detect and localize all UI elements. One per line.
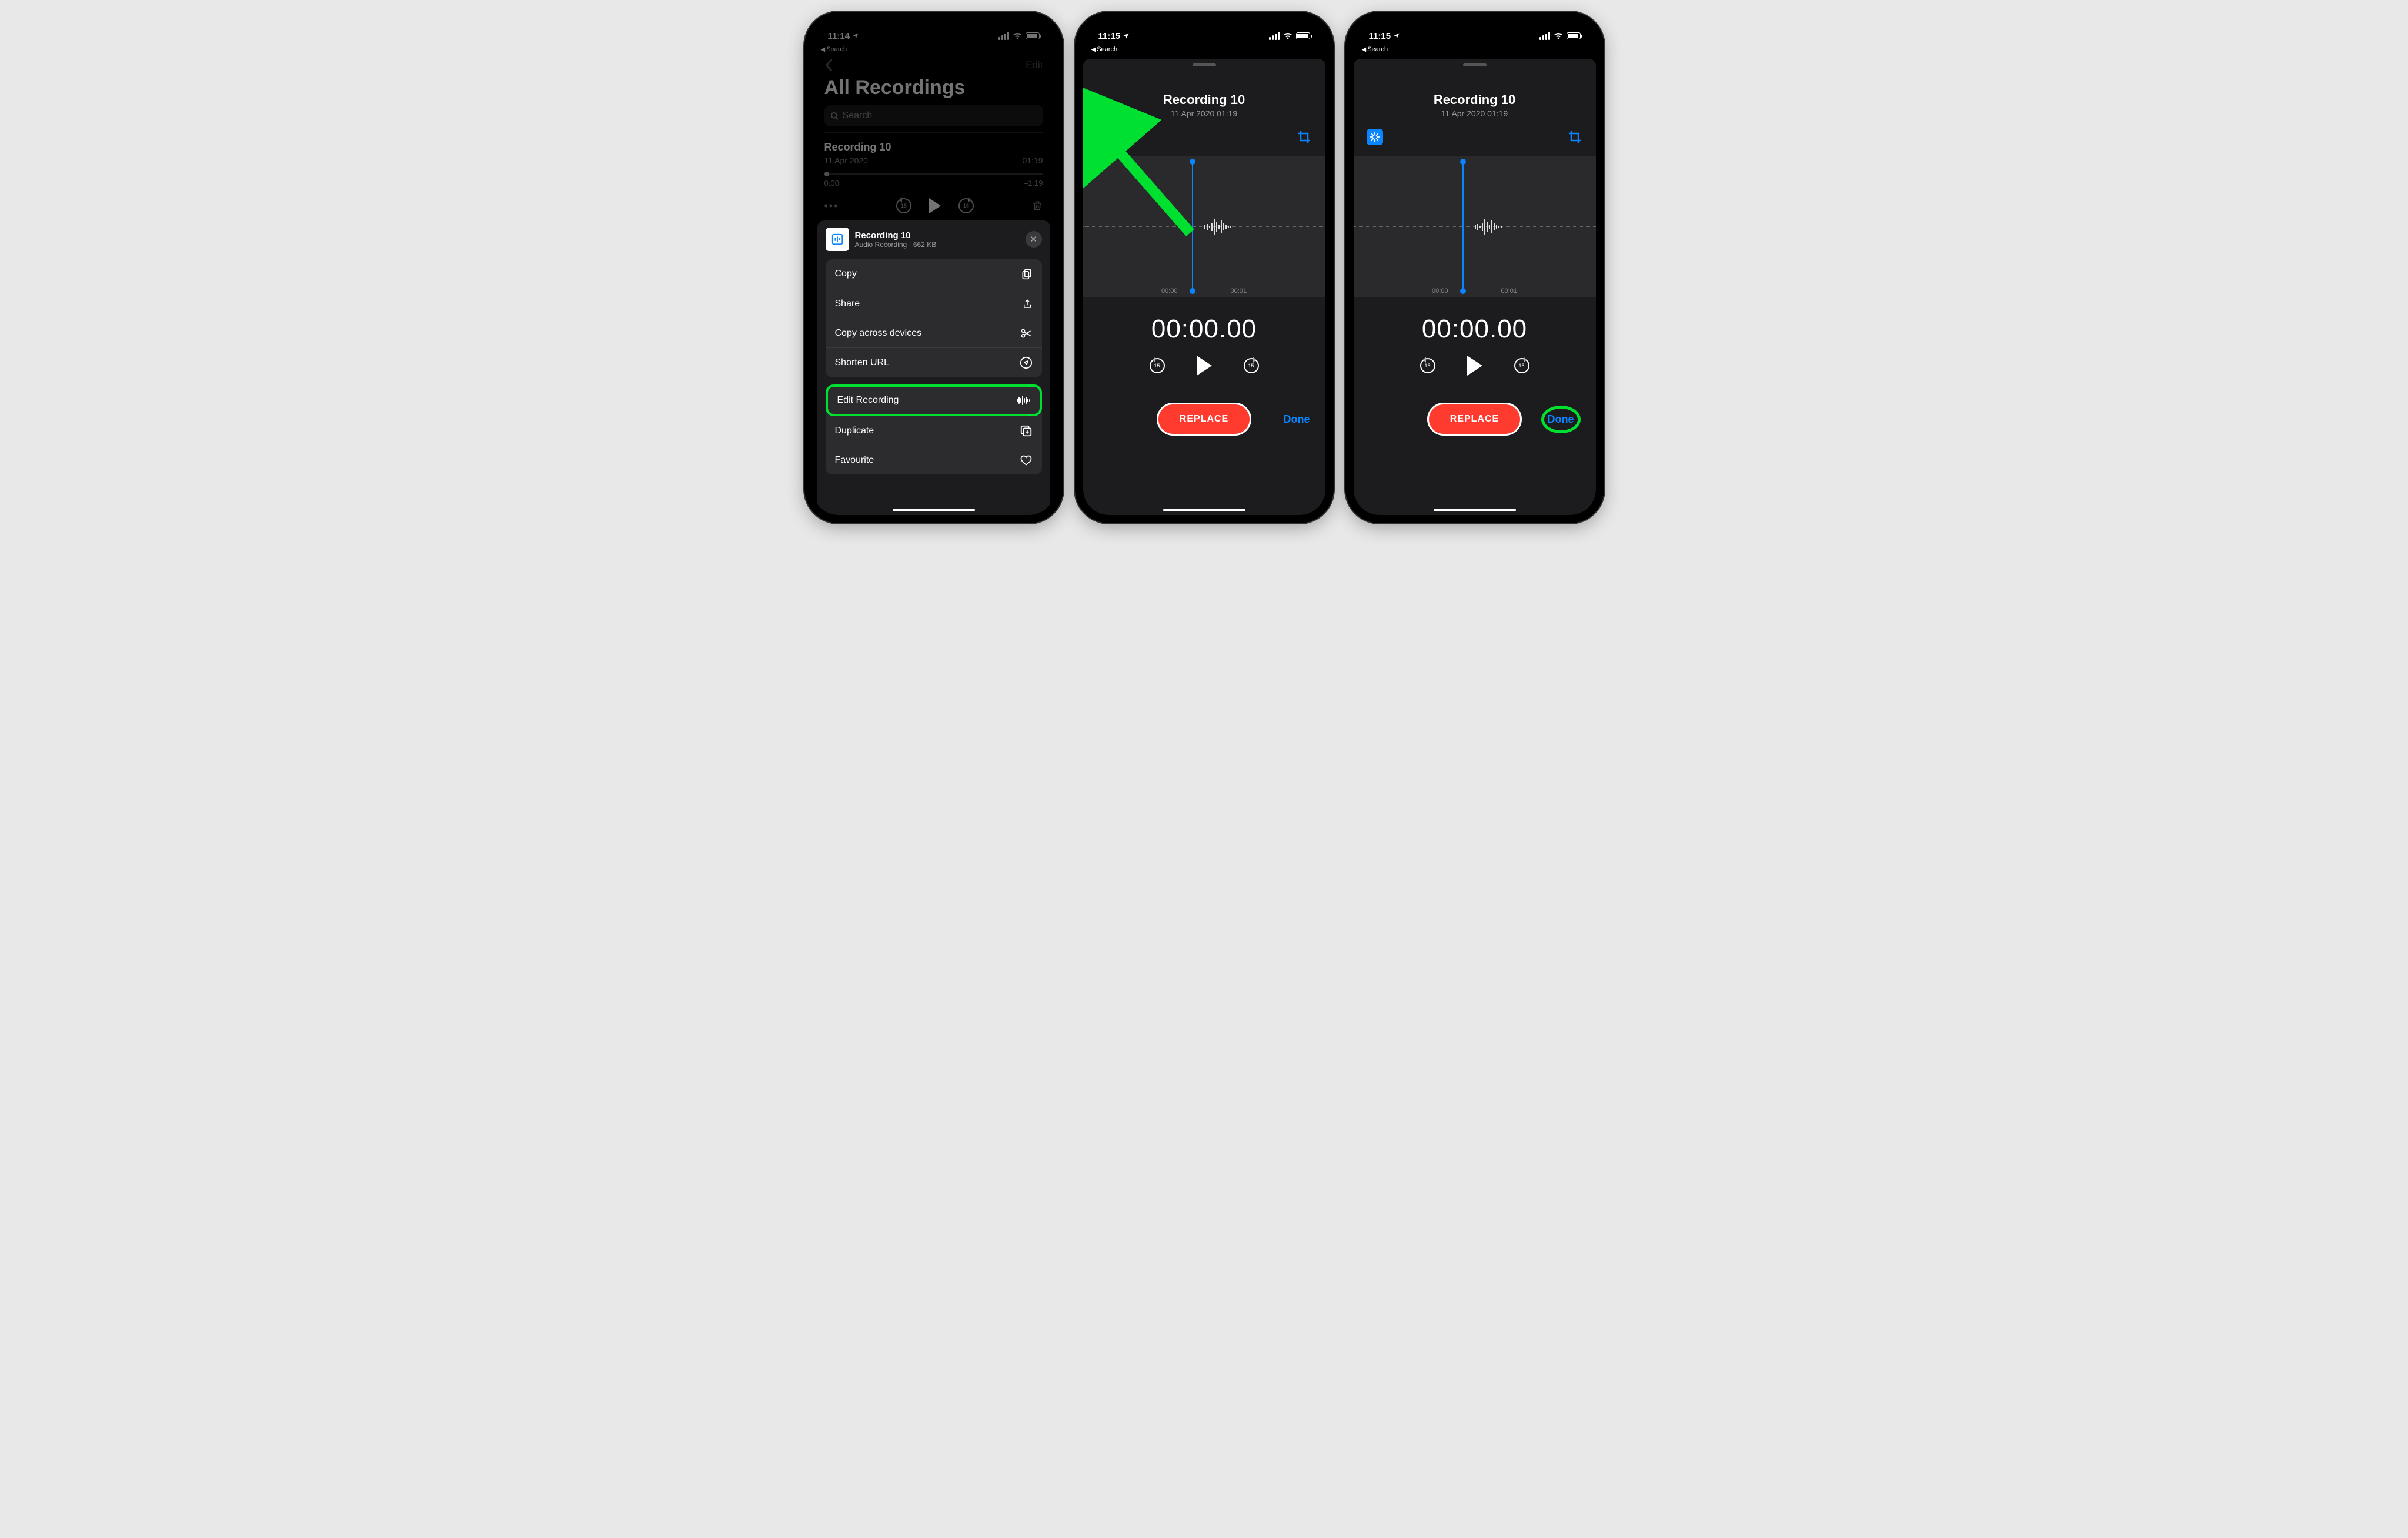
- action-shorten-url[interactable]: Shorten URL: [826, 348, 1042, 377]
- replace-button[interactable]: REPLACE: [1427, 403, 1522, 436]
- done-button[interactable]: Done: [1284, 413, 1310, 426]
- wave-time-b: 00:01: [1231, 287, 1247, 295]
- playhead[interactable]: [1462, 162, 1464, 291]
- skip-back-icon[interactable]: 15: [896, 198, 911, 213]
- trim-icon[interactable]: [1567, 129, 1583, 145]
- home-indicator[interactable]: [1434, 509, 1516, 511]
- scrub-start: 0:00: [824, 179, 839, 188]
- signal-icon: [1539, 32, 1550, 40]
- scissors-icon: [1020, 327, 1033, 339]
- enhance-icon[interactable]: [1096, 129, 1113, 145]
- time-display: 00:00.00: [1083, 315, 1325, 344]
- share-sheet: Recording 10 Audio Recording · 662 KB ✕ …: [817, 220, 1050, 515]
- search-icon: [830, 112, 839, 121]
- action-copy[interactable]: Copy: [826, 259, 1042, 289]
- search-input[interactable]: Search: [824, 105, 1043, 126]
- status-time: 11:15: [1369, 31, 1391, 41]
- more-icon[interactable]: •••: [824, 200, 839, 212]
- scrubber[interactable]: [824, 173, 1043, 175]
- heart-icon: [1020, 454, 1033, 466]
- done-button[interactable]: Done: [1541, 406, 1581, 433]
- playhead[interactable]: [1192, 162, 1193, 291]
- status-time: 11:15: [1098, 31, 1121, 41]
- waveform-area[interactable]: 00:00 00:01: [1083, 156, 1325, 297]
- wave-time-b: 00:01: [1501, 287, 1518, 295]
- location-icon: [1393, 32, 1400, 39]
- enhance-icon[interactable]: [1367, 129, 1383, 145]
- home-indicator[interactable]: [893, 509, 975, 511]
- skip-back-icon[interactable]: 15: [1420, 358, 1435, 373]
- play-icon[interactable]: [1197, 356, 1212, 376]
- phone-frame-3: 11:15 ◀Search Recording 10 11 Apr 2020 0…: [1345, 12, 1604, 523]
- battery-icon: [1026, 32, 1040, 39]
- back-chevron-icon[interactable]: [824, 59, 833, 72]
- close-icon[interactable]: ✕: [1026, 231, 1042, 248]
- edit-sheet: Recording 10 11 Apr 2020 01:19: [1354, 59, 1596, 515]
- wave-time-a: 00:00: [1432, 287, 1448, 295]
- grab-handle[interactable]: [1463, 63, 1487, 66]
- recording-title: Recording 10: [1083, 92, 1325, 108]
- location-icon: [852, 32, 859, 39]
- recording-row[interactable]: Recording 10 11 Apr 2020 01:19 0:00 –1:1…: [813, 133, 1055, 188]
- wave-time-a: 00:00: [1161, 287, 1178, 295]
- sheet-subtitle: Audio Recording · 662 KB: [855, 240, 937, 249]
- skip-forward-icon[interactable]: 15: [958, 198, 974, 213]
- play-icon[interactable]: [929, 198, 941, 213]
- recording-title: Recording 10: [824, 141, 1043, 153]
- back-to-search[interactable]: ◀Search: [813, 46, 1055, 56]
- skip-forward-icon[interactable]: 15: [1514, 358, 1529, 373]
- play-icon[interactable]: [1467, 356, 1482, 376]
- status-time: 11:14: [828, 31, 850, 41]
- action-share[interactable]: Share: [826, 289, 1042, 319]
- signal-icon: [998, 32, 1009, 40]
- sheet-title: Recording 10: [855, 230, 937, 240]
- search-placeholder: Search: [843, 111, 873, 121]
- trim-icon[interactable]: [1296, 129, 1312, 145]
- share-icon: [1022, 297, 1033, 310]
- phone-frame-2: 11:15 ◀Search Recording 10 11 Apr 2020 0…: [1075, 12, 1334, 523]
- sheet-thumbnail-icon: [826, 228, 849, 251]
- back-to-search[interactable]: ◀Search: [1354, 46, 1596, 56]
- phone-frame-1: 11:14 ◀Search: [804, 12, 1063, 523]
- skip-back-icon[interactable]: 15: [1150, 358, 1165, 373]
- battery-icon: [1567, 32, 1581, 39]
- waveform-icon: [1016, 395, 1030, 406]
- copy-icon: [1021, 268, 1033, 280]
- location-icon: [1123, 32, 1130, 39]
- signal-icon: [1269, 32, 1280, 40]
- recording-subtitle: 11 Apr 2020 01:19: [1354, 109, 1596, 118]
- wifi-icon: [1554, 32, 1563, 39]
- compass-icon: [1020, 356, 1033, 369]
- battery-icon: [1296, 32, 1310, 39]
- page-title: All Recordings: [813, 76, 1055, 105]
- time-display: 00:00.00: [1354, 315, 1596, 344]
- wifi-icon: [1283, 32, 1292, 39]
- grab-handle[interactable]: [1193, 63, 1216, 66]
- recording-subtitle: 11 Apr 2020 01:19: [1083, 109, 1325, 118]
- home-indicator[interactable]: [1163, 509, 1245, 511]
- edit-sheet: Recording 10 11 Apr 2020 01:19: [1083, 59, 1325, 515]
- recording-date: 11 Apr 2020: [824, 156, 868, 165]
- waveform-area[interactable]: 00:00 00:01: [1354, 156, 1596, 297]
- action-duplicate[interactable]: Duplicate: [826, 416, 1042, 446]
- duplicate-icon: [1020, 424, 1033, 437]
- skip-forward-icon[interactable]: 15: [1244, 358, 1259, 373]
- edit-button[interactable]: Edit: [1026, 59, 1043, 71]
- recording-length: 01:19: [1022, 156, 1043, 165]
- scrub-end: –1:19: [1024, 179, 1043, 188]
- action-edit-recording[interactable]: Edit Recording: [826, 384, 1042, 416]
- trash-icon[interactable]: [1031, 199, 1043, 212]
- wifi-icon: [1013, 32, 1022, 39]
- recording-title: Recording 10: [1354, 92, 1596, 108]
- action-favourite[interactable]: Favourite: [826, 446, 1042, 474]
- back-to-search[interactable]: ◀Search: [1083, 46, 1325, 56]
- action-copy-across[interactable]: Copy across devices: [826, 319, 1042, 348]
- replace-button[interactable]: REPLACE: [1157, 403, 1251, 436]
